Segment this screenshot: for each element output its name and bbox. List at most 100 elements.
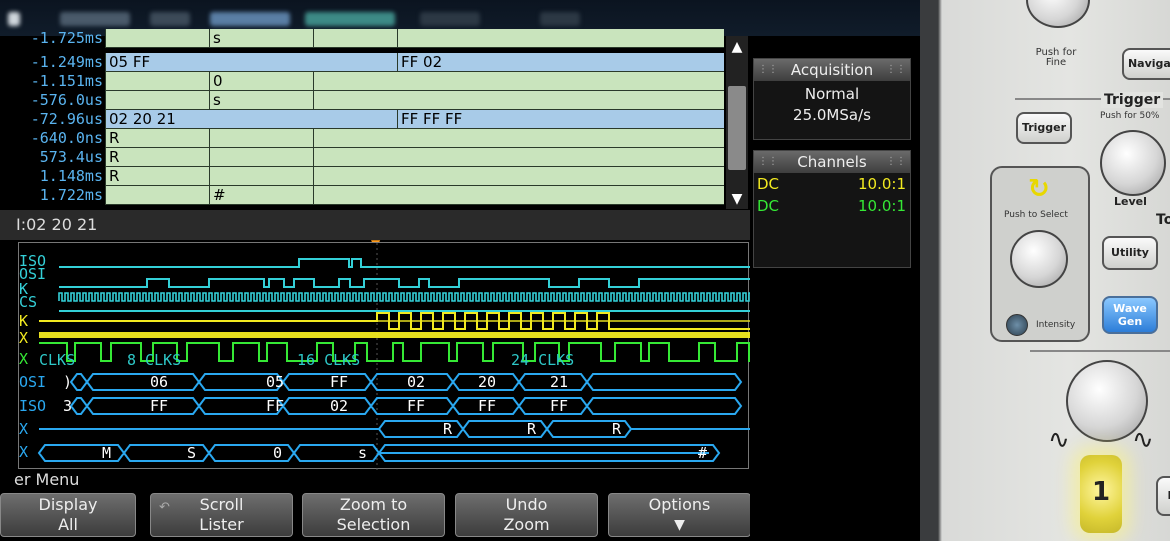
undo-zoom-softkey[interactable]: Undo Zoom <box>455 493 598 537</box>
label-ch1b: X <box>19 329 29 347</box>
scroll-lister-softkey[interactable]: ↶ Scroll Lister <box>150 493 293 537</box>
utility-button[interactable]: Utility <box>1102 236 1158 270</box>
bus-byte: 0 <box>273 444 283 462</box>
channel-scale: 10.0:1 <box>858 175 906 193</box>
lister-cell <box>209 167 313 185</box>
lister-time: -576.0us <box>30 91 103 109</box>
status-fragment <box>210 12 290 26</box>
scroll-up-arrow-icon[interactable]: ▲ <box>726 38 748 56</box>
clk-annotation: CLKS <box>39 351 76 369</box>
lister-row[interactable]: 573.4us R <box>18 148 724 167</box>
softkey-line: Zoom <box>503 515 550 534</box>
protocol-lister[interactable]: -1.725ms s -1.249ms 05 FF FF 02 -1.151ms… <box>18 29 750 209</box>
bus-byte: R <box>443 420 453 438</box>
lister-row[interactable]: -72.96us 02 20 21 FF FF FF <box>18 110 724 129</box>
lister-cell <box>313 148 724 166</box>
lister-time: -1.249ms <box>30 53 103 71</box>
clock-trace <box>58 292 750 302</box>
lister-cell: R <box>105 148 209 166</box>
label-cs: CS <box>19 293 38 311</box>
push-fine-label: Push for Fine <box>1035 47 1077 68</box>
trigger-level-knob[interactable] <box>1100 130 1166 196</box>
submenu-arrow-icon: ▼ <box>674 517 685 533</box>
lister-cell <box>313 186 724 204</box>
push-select-icon: ↻ <box>1028 174 1050 204</box>
scroll-down-arrow-icon[interactable]: ▼ <box>726 190 748 208</box>
lister-cell: R <box>105 129 209 147</box>
lister-cell: s <box>209 29 313 47</box>
acquisition-panel[interactable]: ⋮⋮ Acquisition ⋮⋮ Normal 25.0MSa/s <box>753 58 911 140</box>
mosi-bus <box>69 373 743 391</box>
menu-title: er Menu <box>14 470 80 489</box>
lister-row[interactable]: 1.148ms R <box>18 167 724 186</box>
lister-cell: 0 <box>209 72 313 90</box>
bus-byte: S <box>187 444 197 462</box>
lister-row[interactable]: 1.722ms # <box>18 186 724 205</box>
navigate-button[interactable]: Navigat <box>1122 48 1170 80</box>
scroll-thumb[interactable] <box>728 86 746 170</box>
channel-row: DC 10.0:1 <box>754 195 910 217</box>
options-softkey[interactable]: Options ▼ <box>608 493 751 537</box>
acquisition-title: Acquisition <box>790 61 874 79</box>
lister-cell: R <box>105 167 209 185</box>
bus-byte: FF <box>550 397 569 415</box>
bus-byte: FF <box>478 397 497 415</box>
trigger-button[interactable]: Trigger <box>1016 112 1072 144</box>
bus-byte: FF <box>407 397 426 415</box>
channels-title: Channels <box>797 153 867 171</box>
tab-fragment <box>8 12 20 26</box>
lister-row[interactable]: -576.0us s <box>18 91 724 110</box>
softkey-line: Scroll <box>199 495 244 514</box>
entry-knob[interactable] <box>1010 230 1068 288</box>
label-rx: X <box>19 420 29 438</box>
softkey-line: All <box>58 515 78 534</box>
lister-cells: # <box>105 186 724 205</box>
lister-time: 1.722ms <box>39 186 103 204</box>
label-button[interactable]: L <box>1156 476 1170 516</box>
intensity-label: Intensity <box>1036 320 1076 330</box>
waveform-area[interactable]: ISO OSI K CS K X X OSI ISO X X CLKS 8 CL… <box>18 242 750 470</box>
clk-annotation: 16 CLKS <box>297 351 361 369</box>
grip-icon: ⋮⋮ <box>886 64 906 75</box>
display-all-softkey[interactable]: Display All <box>0 493 136 537</box>
status-fragment <box>150 12 190 26</box>
acquisition-rate: 25.0MSa/s <box>793 106 871 124</box>
status-fragment <box>60 12 130 26</box>
entry-knob-group: ↻ Push to Select Intensity <box>990 166 1090 342</box>
lister-row[interactable]: -1.725ms s <box>18 29 724 48</box>
tx-bus <box>37 444 721 462</box>
softkey-line: Selection <box>336 515 411 534</box>
bus-byte: 20 <box>478 373 497 391</box>
channels-panel[interactable]: ⋮⋮ Channels ⋮⋮ DC 10.0:1 DC 10.0:1 <box>753 150 911 268</box>
zoom-to-selection-softkey[interactable]: Zoom to Selection <box>302 493 445 537</box>
bus-byte: 3 <box>63 397 73 415</box>
label-ch2: X <box>19 350 29 368</box>
lister-time: 573.4us <box>39 148 103 166</box>
channel-coupling: DC <box>757 175 780 193</box>
softkey-line: Display <box>38 495 98 514</box>
label-miso-bus: ISO <box>19 397 47 415</box>
lister-row[interactable]: -640.0ns R <box>18 129 724 148</box>
bus-byte: R <box>612 420 622 438</box>
lister-row[interactable]: -1.151ms 0 <box>18 72 724 91</box>
lister-cells: R <box>105 148 724 167</box>
lister-cell <box>105 186 209 204</box>
lister-cell <box>105 91 209 109</box>
lister-time: -72.96us <box>30 110 103 128</box>
wavegen-button[interactable]: Wave Gen <box>1102 296 1158 334</box>
lister-row[interactable]: -1.249ms 05 FF FF 02 <box>18 53 724 72</box>
status-fragment <box>305 12 395 26</box>
lister-time: 1.148ms <box>39 167 103 185</box>
horizontal-knob[interactable] <box>1026 0 1090 28</box>
lister-cells: s <box>105 91 724 110</box>
status-fragment <box>540 12 580 26</box>
lister-cell: # <box>209 186 313 204</box>
softkey-line: Undo <box>505 495 548 514</box>
channel-1-label: 1 <box>1091 477 1111 507</box>
channel-1-button[interactable]: 1 <box>1080 455 1122 533</box>
bus-byte: FF <box>330 373 349 391</box>
intensity-button[interactable] <box>1006 314 1028 336</box>
front-panel: Push for Fine Navigat Trigger Push for 5… <box>920 0 1170 541</box>
lister-cells: R <box>105 129 724 148</box>
channel-coupling: DC <box>757 197 780 215</box>
